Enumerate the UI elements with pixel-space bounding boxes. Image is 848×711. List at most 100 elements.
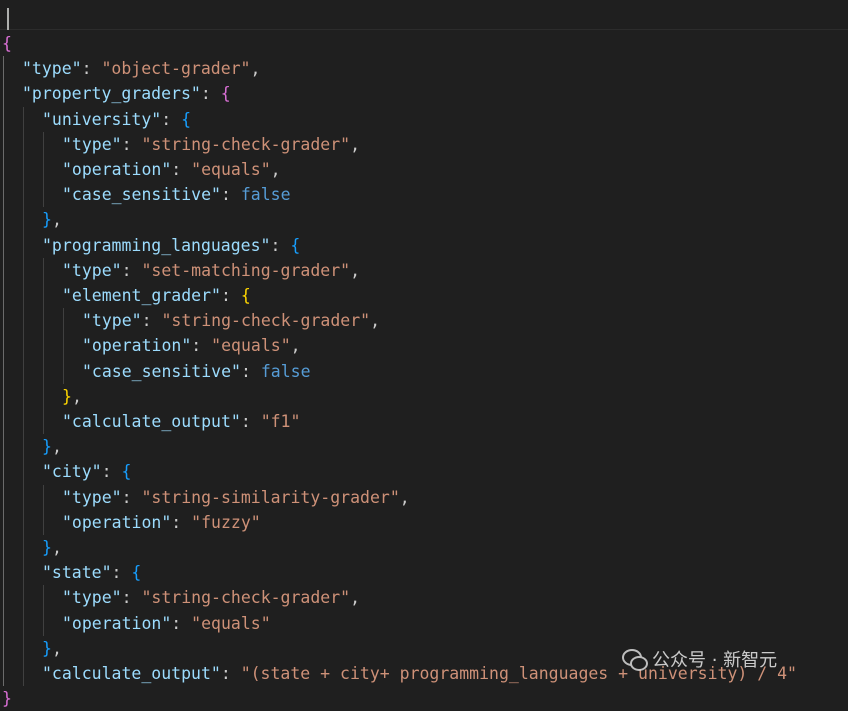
- code-token: "operation": [62, 160, 172, 179]
- code-line[interactable]: },: [42, 535, 62, 560]
- code-line[interactable]: "case_sensitive": false: [62, 182, 291, 207]
- code-token: "type": [62, 260, 122, 280]
- code-line[interactable]: "operation": "fuzzy": [62, 510, 261, 535]
- code-token: }: [42, 538, 52, 557]
- code-token: ,: [51, 210, 62, 230]
- code-editor[interactable]: {"type": "object-grader", "property_grade…: [0, 0, 848, 708]
- code-token: "calculate_output": [62, 412, 241, 431]
- code-token: "calculate_output": [42, 664, 221, 683]
- code-token: "equals": [211, 336, 291, 356]
- code-token: {: [240, 286, 251, 305]
- code-line[interactable]: },: [42, 636, 62, 661]
- code-token: "case_sensitive": [82, 361, 241, 381]
- code-token: ,: [270, 160, 281, 179]
- code-token: "equals": [191, 160, 271, 179]
- editor-top-divider: [0, 29, 848, 30]
- code-token: "type": [22, 59, 82, 79]
- code-token: "case_sensitive": [62, 185, 221, 205]
- code-line[interactable]: "operation": "equals",: [82, 333, 301, 358]
- code-token: {: [121, 462, 132, 482]
- code-line[interactable]: },: [62, 384, 82, 409]
- code-line[interactable]: "programming_languages": {: [42, 233, 300, 258]
- code-token: "operation": [82, 336, 192, 356]
- code-line[interactable]: "case_sensitive": false: [82, 359, 311, 384]
- watermark: 公众号 · 新智元: [622, 644, 777, 674]
- code-token: ,: [399, 487, 410, 507]
- code-line[interactable]: "property_graders": {: [22, 81, 231, 106]
- code-token: :: [240, 361, 261, 381]
- code-token: }: [2, 689, 12, 709]
- indent-guide: [43, 131, 44, 208]
- code-token: :: [240, 412, 261, 431]
- code-token: "university": [42, 109, 162, 129]
- code-line[interactable]: "type": "string-similarity-grader",: [62, 485, 410, 510]
- code-line[interactable]: "type": "set-matching-grader",: [62, 258, 360, 283]
- code-token: false: [240, 185, 291, 205]
- code-token: :: [121, 134, 142, 154]
- code-token: "fuzzy": [191, 512, 261, 532]
- code-token: "string-check-grader": [141, 588, 351, 608]
- code-token: :: [200, 84, 221, 104]
- indent-guide: [63, 308, 64, 384]
- code-token: :: [141, 311, 162, 331]
- code-line[interactable]: "type": "string-check-grader",: [62, 585, 360, 610]
- code-token: :: [111, 563, 132, 583]
- code-line[interactable]: "type": "string-check-grader",: [82, 308, 380, 333]
- code-line[interactable]: "element_grader": {: [62, 283, 251, 308]
- code-token: "type": [62, 588, 122, 608]
- code-token: "set-matching-grader": [141, 260, 351, 280]
- code-token: false: [260, 361, 311, 381]
- code-token: :: [171, 160, 192, 179]
- code-line[interactable]: "city": {: [42, 459, 131, 484]
- code-line[interactable]: {: [2, 31, 12, 56]
- code-token: "city": [42, 462, 102, 482]
- code-token: "object-grader": [101, 59, 251, 79]
- indent-guide: [43, 585, 44, 636]
- code-token: "type": [62, 134, 122, 154]
- code-token: ,: [350, 588, 361, 608]
- code-token: :: [101, 462, 122, 482]
- code-token: ,: [51, 437, 62, 457]
- code-token: ,: [290, 336, 301, 356]
- code-token: ,: [51, 638, 62, 658]
- code-token: "string-similarity-grader": [141, 487, 400, 507]
- code-token: {: [2, 34, 12, 53]
- code-line[interactable]: },: [42, 434, 62, 459]
- code-line[interactable]: "university": {: [42, 107, 191, 132]
- code-token: {: [220, 84, 231, 104]
- code-token: }: [62, 386, 72, 406]
- code-token: :: [171, 613, 192, 633]
- indent-guide: [23, 106, 24, 687]
- code-line[interactable]: "type": "object-grader",: [22, 56, 260, 81]
- code-token: :: [161, 109, 182, 129]
- code-token: :: [121, 260, 142, 280]
- code-token: :: [191, 336, 212, 356]
- code-token: "string-check-grader": [141, 134, 351, 154]
- code-token: "equals": [191, 613, 271, 633]
- code-line[interactable]: "operation": "equals",: [62, 157, 281, 182]
- indent-guide: [43, 484, 44, 535]
- code-token: }: [42, 437, 52, 457]
- code-line[interactable]: "operation": "equals": [62, 611, 271, 636]
- code-token: "property_graders": [22, 84, 201, 104]
- code-token: {: [131, 563, 142, 583]
- code-token: :: [171, 512, 192, 532]
- code-token: :: [220, 664, 241, 683]
- watermark-text: 公众号 · 新智元: [652, 650, 778, 671]
- code-line[interactable]: },: [42, 207, 62, 232]
- code-token: "programming_languages": [42, 235, 271, 255]
- code-line[interactable]: }: [2, 686, 12, 711]
- code-token: {: [290, 235, 301, 255]
- code-token: "string-check-grader": [161, 311, 371, 331]
- code-token: ,: [250, 59, 261, 79]
- code-token: :: [270, 235, 291, 255]
- code-line[interactable]: "state": {: [42, 560, 141, 585]
- wechat-icon: [622, 649, 648, 671]
- code-token: "f1": [260, 412, 301, 431]
- code-line[interactable]: "calculate_output": "f1": [62, 409, 300, 434]
- code-token: }: [42, 210, 52, 230]
- code-token: "state": [42, 563, 112, 583]
- text-cursor: [7, 8, 9, 30]
- code-token: "type": [82, 311, 142, 331]
- code-line[interactable]: "type": "string-check-grader",: [62, 132, 360, 157]
